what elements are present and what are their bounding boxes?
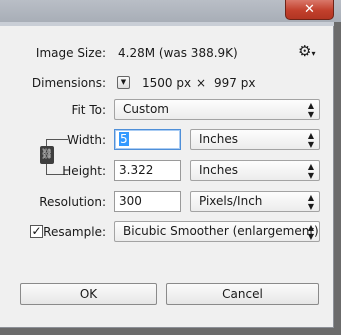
resample-method-value: Bicubic Smoother (enlargement) [123,224,319,238]
height-value: 3.322 [119,163,154,177]
updown-arrows-icon: ▲ ▼ [307,100,314,119]
image-size-value: 4.28M (was 388.9K) [118,46,238,60]
width-unit-select[interactable]: Inches ▲ ▼ [190,129,320,150]
gear-icon: ⚙ [298,42,312,60]
dimensions-height: 997 px [214,76,256,90]
chevron-down-icon: ▾ [311,49,316,58]
fit-to-label: Fit To: [71,103,106,117]
dimensions-width: 1500 px [142,76,192,90]
updown-arrows-icon: ▲ ▼ [307,130,314,149]
resolution-input[interactable]: 300 [114,191,181,212]
width-value: 5 [119,132,129,146]
fit-to-value: Custom [123,102,169,116]
dimensions-separator: × [196,76,207,90]
resolution-label: Resolution: [39,195,106,209]
ok-button-label: OK [79,287,98,301]
triangle-down-icon: ▼ [120,78,127,86]
image-size-dialog: Image Size: 4.28M (was 388.9K) ⚙▾ Dimens… [0,26,334,328]
width-unit-value: Inches [199,132,238,146]
close-icon: ✕ [304,2,315,17]
link-chain-icon: ⛓ [40,149,54,160]
cancel-button-label: Cancel [222,287,263,301]
resolution-unit-value: Pixels/Inch [199,194,263,208]
width-label: Width: [67,133,106,147]
title-bar: ✕ [0,0,341,22]
dimensions-label: Dimensions: [31,76,106,90]
updown-arrows-icon: ▲ ▼ [307,192,314,211]
ok-button[interactable]: OK [20,283,157,305]
fit-to-select[interactable]: Custom ▲ ▼ [114,99,320,120]
width-input[interactable]: 5 [114,129,181,150]
image-size-label: Image Size: [35,46,106,60]
constrain-bracket-top-h [46,139,68,140]
settings-menu-button[interactable]: ⚙▾ [298,42,315,60]
constrain-proportions-toggle[interactable]: ⛓ [40,146,54,164]
updown-arrows-icon: ▲ ▼ [307,161,314,180]
height-unit-value: Inches [199,163,238,177]
close-button[interactable]: ✕ [285,0,334,20]
updown-arrows-icon: ▲ ▼ [307,222,314,241]
resample-label: Resample: [43,225,106,239]
cancel-button[interactable]: Cancel [166,283,319,305]
resample-method-select[interactable]: Bicubic Smoother (enlargement) ▲ ▼ [114,221,320,242]
height-unit-select[interactable]: Inches ▲ ▼ [190,160,320,181]
resolution-unit-select[interactable]: Pixels/Inch ▲ ▼ [190,191,320,212]
height-input[interactable]: 3.322 [114,160,181,181]
height-label: Height: [62,164,106,178]
resolution-value: 300 [119,194,142,208]
dimensions-units-button[interactable]: ▼ [117,76,130,89]
